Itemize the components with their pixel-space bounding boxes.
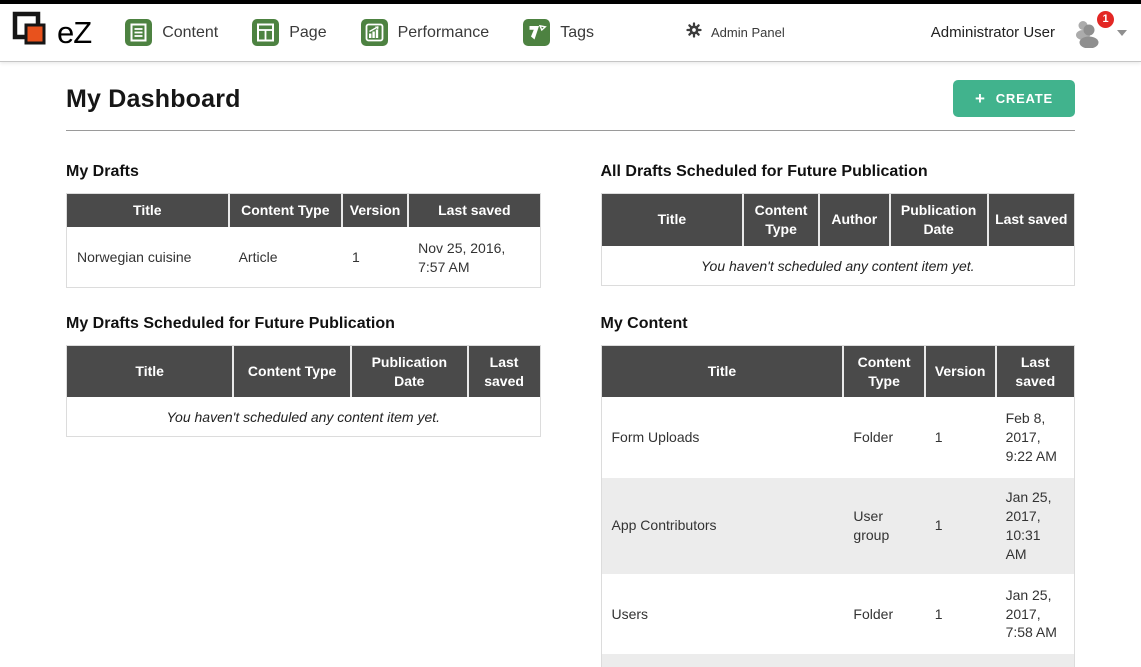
table-cell: Jan 25, 2017, 7:58 AM [996, 575, 1074, 654]
empty-message: You haven't scheduled any content item y… [67, 398, 540, 436]
notification-badge[interactable]: 1 [1097, 11, 1114, 28]
table-cell: Jan 25, 2017, 10:31 AM [996, 477, 1074, 575]
nav-label-tags: Tags [560, 24, 594, 42]
table-row[interactable]: App ContributorsUser group1Jan 25, 2017,… [602, 477, 1075, 575]
table-cell: Folder [843, 653, 924, 667]
performance-icon [361, 19, 388, 46]
table-row[interactable]: AppFolder1Jan 25, 2017, 7:55 AM [602, 653, 1075, 667]
caret-down-icon [1117, 30, 1127, 36]
table-cell: Nov 25, 2016, 7:57 AM [408, 228, 539, 287]
section-title-my-drafts-scheduled: My Drafts Scheduled for Future Publicati… [66, 315, 541, 333]
table-header-row: TitleContent TypeVersionLast saved [67, 194, 540, 228]
column-header: Title [602, 194, 744, 247]
table-cell: Folder [843, 575, 924, 654]
nav-item-page[interactable]: Page [252, 19, 326, 46]
user-avatar[interactable]: 1 [1071, 18, 1105, 48]
section-title-my-content: My Content [601, 315, 1076, 333]
my-drafts-table: TitleContent TypeVersionLast savedNorweg… [67, 194, 540, 287]
page-icon [252, 19, 279, 46]
column-header: Title [602, 346, 844, 399]
section-all-drafts-scheduled: All Drafts Scheduled for Future Publicat… [601, 163, 1076, 288]
table-row[interactable]: UsersFolder1Jan 25, 2017, 7:58 AM [602, 575, 1075, 654]
nav-item-performance[interactable]: Performance [361, 19, 490, 46]
admin-panel-button[interactable]: Admin Panel [686, 22, 785, 43]
my-drafts-table-wrapper: TitleContent TypeVersionLast savedNorweg… [66, 193, 541, 288]
table-cell: 1 [925, 653, 996, 667]
column-header: Title [67, 346, 233, 399]
empty-row: You haven't scheduled any content item y… [67, 398, 540, 436]
table-cell: 1 [925, 398, 996, 477]
table-row[interactable]: Norwegian cuisineArticle1Nov 25, 2016, 7… [67, 228, 540, 287]
table-cell: Users [602, 575, 844, 654]
my-content-table: TitleContent TypeVersionLast savedForm U… [602, 346, 1075, 667]
column-header: Content Type [229, 194, 342, 228]
dashboard-main: My Dashboard + CREATE My Drafts TitleCon… [0, 84, 1141, 667]
nav-item-tags[interactable]: Tags [523, 19, 594, 46]
create-button-label: CREATE [996, 91, 1053, 106]
all-drafts-scheduled-table-wrapper: TitleContent TypeAuthorPublication DateL… [601, 193, 1076, 286]
column-header: Content Type [233, 346, 351, 399]
column-header: Last saved [996, 346, 1074, 399]
ez-logo-icon [10, 10, 52, 55]
gear-icon [686, 22, 702, 43]
table-row[interactable]: Form UploadsFolder1Feb 8, 2017, 9:22 AM [602, 398, 1075, 477]
admin-panel-label: Admin Panel [711, 25, 785, 40]
column-header: Last saved [408, 194, 539, 228]
ez-logo[interactable]: eZ [10, 10, 91, 55]
all-drafts-scheduled-table: TitleContent TypeAuthorPublication DateL… [602, 194, 1075, 285]
table-cell: User group [843, 477, 924, 575]
column-header: Content Type [843, 346, 924, 399]
content-icon [125, 19, 152, 46]
section-my-drafts: My Drafts TitleContent TypeVersionLast s… [66, 163, 541, 288]
ez-logo-text: eZ [57, 15, 91, 51]
table-cell: Feb 8, 2017, 9:22 AM [996, 398, 1074, 477]
table-cell: 1 [342, 228, 408, 287]
top-navigation: eZ Content Page [0, 4, 1141, 62]
table-header-row: TitleContent TypeAuthorPublication DateL… [602, 194, 1075, 247]
column-header: Version [342, 194, 408, 228]
table-cell: Folder [843, 398, 924, 477]
section-title-all-drafts-scheduled: All Drafts Scheduled for Future Publicat… [601, 163, 1076, 181]
column-header: Publication Date [890, 194, 988, 247]
column-header: Content Type [743, 194, 819, 247]
column-header: Author [819, 194, 890, 247]
table-cell: Article [229, 228, 342, 287]
tags-icon [523, 19, 550, 46]
user-menu[interactable]: Administrator User 1 [931, 18, 1127, 48]
column-header: Publication Date [351, 346, 468, 399]
nav-label-page: Page [289, 24, 326, 42]
nav-label-content: Content [162, 24, 218, 42]
column-header: Last saved [988, 194, 1074, 247]
column-header: Title [67, 194, 229, 228]
plus-icon: + [975, 92, 986, 105]
table-cell: App Contributors [602, 477, 844, 575]
user-name: Administrator User [931, 24, 1055, 41]
section-my-drafts-scheduled: My Drafts Scheduled for Future Publicati… [66, 315, 541, 667]
table-cell: App [602, 653, 844, 667]
nav-item-content[interactable]: Content [125, 19, 218, 46]
table-header-row: TitleContent TypePublication DateLast sa… [67, 346, 540, 399]
column-header: Version [925, 346, 996, 399]
table-cell: Norwegian cuisine [67, 228, 229, 287]
dashboard-grid: My Drafts TitleContent TypeVersionLast s… [66, 163, 1075, 667]
table-cell: Jan 25, 2017, 7:55 AM [996, 653, 1074, 667]
nav-label-performance: Performance [398, 24, 490, 42]
table-cell: Form Uploads [602, 398, 844, 477]
column-header: Last saved [468, 346, 540, 399]
my-drafts-scheduled-table: TitleContent TypePublication DateLast sa… [67, 346, 540, 437]
page-title: My Dashboard [66, 84, 241, 114]
page-header: My Dashboard + CREATE [66, 84, 1075, 131]
create-button[interactable]: + CREATE [953, 80, 1075, 117]
section-title-my-drafts: My Drafts [66, 163, 541, 181]
table-cell: 1 [925, 477, 996, 575]
my-content-table-wrapper: TitleContent TypeVersionLast savedForm U… [601, 345, 1076, 667]
empty-row: You haven't scheduled any content item y… [602, 247, 1075, 285]
table-header-row: TitleContent TypeVersionLast saved [602, 346, 1075, 399]
table-cell: 1 [925, 575, 996, 654]
section-my-content: My Content TitleContent TypeVersionLast … [601, 315, 1076, 667]
my-drafts-scheduled-table-wrapper: TitleContent TypePublication DateLast sa… [66, 345, 541, 438]
empty-message: You haven't scheduled any content item y… [602, 247, 1075, 285]
